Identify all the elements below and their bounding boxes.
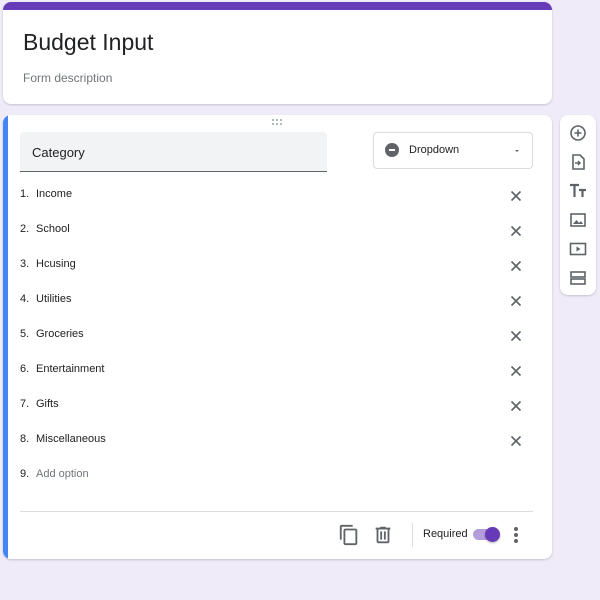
add-image-icon [568,210,588,230]
form-accent-bar [3,2,552,10]
delete-button[interactable] [372,524,394,546]
option-number: 3. [20,258,30,270]
footer-divider [20,511,533,512]
option-label[interactable]: Groceries [36,328,84,340]
option-label[interactable]: School [36,223,70,235]
option-row[interactable]: 1. Income [3,178,552,213]
import-questions-button[interactable] [568,152,588,172]
chevron-down-icon [512,146,522,156]
remove-option-button[interactable] [508,293,524,309]
option-row[interactable]: 4. Utilities [3,283,552,318]
option-number: 5. [20,328,30,340]
option-row[interactable]: 6. Entertainment [3,353,552,388]
add-question-button[interactable] [568,123,588,143]
form-title[interactable]: Budget Input [23,29,153,56]
add-title-button[interactable] [568,181,588,201]
remove-option-button[interactable] [508,398,524,414]
option-number: 4. [20,293,30,305]
copy-icon [338,524,360,546]
option-label[interactable]: Gifts [36,398,59,410]
option-number: 6. [20,363,30,375]
option-number: 8. [20,433,30,445]
footer-separator [412,523,413,547]
close-icon [508,258,524,274]
remove-option-button[interactable] [508,328,524,344]
add-title-icon [568,181,588,201]
more-options-button[interactable] [509,524,523,546]
close-icon [508,363,524,379]
add-section-button[interactable] [568,268,588,288]
form-description-field[interactable]: Form description [23,71,112,85]
option-row[interactable]: 5. Groceries [3,318,552,353]
option-number: 7. [20,398,30,410]
option-row[interactable]: 3. Hcusing [3,248,552,283]
add-option-number: 9. [20,468,30,480]
option-label[interactable]: Hcusing [36,258,76,270]
question-type-dropdown[interactable]: Dropdown [373,132,533,169]
add-video-button[interactable] [568,239,588,259]
more-vert-icon [509,524,523,546]
remove-option-button[interactable] [508,258,524,274]
remove-option-button[interactable] [508,223,524,239]
add-section-icon [568,268,588,288]
remove-option-button[interactable] [508,363,524,379]
form-title-card[interactable]: Budget Input Form description [3,2,552,104]
dropdown-type-icon [385,143,399,157]
close-icon [508,223,524,239]
option-row[interactable]: 8. Miscellaneous [3,423,552,458]
toggle-knob [485,527,500,542]
question-title-input[interactable]: Category [20,132,327,172]
import-questions-icon [568,152,588,172]
add-video-icon [568,239,588,259]
remove-option-button[interactable] [508,433,524,449]
close-icon [508,398,524,414]
remove-option-button[interactable] [508,188,524,204]
add-question-icon [568,123,588,143]
option-number: 1. [20,188,30,200]
close-icon [508,328,524,344]
add-option-link[interactable]: Add option [36,468,89,480]
option-label[interactable]: Income [36,188,72,200]
required-toggle[interactable] [473,527,503,542]
option-label[interactable]: Miscellaneous [36,433,106,445]
add-option-row[interactable]: 9. Add option [3,458,552,493]
trash-icon [372,524,394,546]
close-icon [508,433,524,449]
close-icon [508,293,524,309]
option-number: 2. [20,223,30,235]
add-image-button[interactable] [568,210,588,230]
option-label[interactable]: Entertainment [36,363,104,375]
question-type-label: Dropdown [409,144,460,156]
option-row[interactable]: 2. School [3,213,552,248]
question-card[interactable]: Category Dropdown 1. Income 2. School 3. Hcus… [3,115,552,559]
required-label: Required [423,528,468,540]
option-label[interactable]: Utilities [36,293,71,305]
side-toolbar [560,115,596,295]
drag-handle-icon[interactable] [271,118,285,126]
duplicate-button[interactable] [338,524,360,546]
option-row[interactable]: 7. Gifts [3,388,552,423]
close-icon [508,188,524,204]
